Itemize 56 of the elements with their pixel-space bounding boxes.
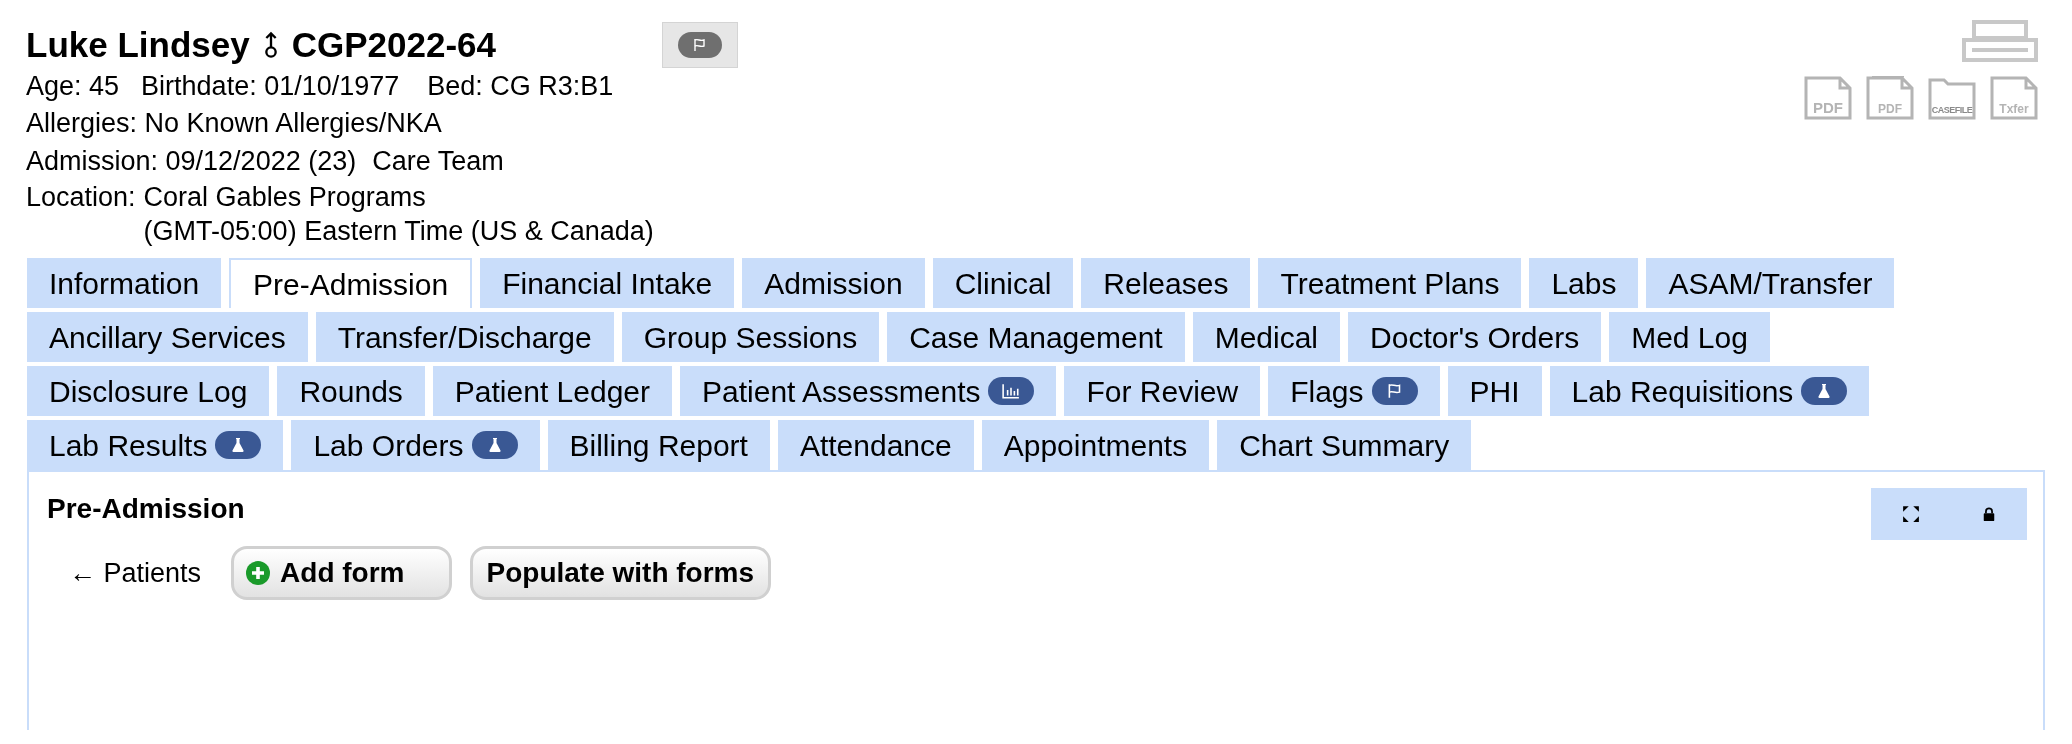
lock-icon[interactable] xyxy=(1982,506,1996,522)
tab[interactable]: For Review xyxy=(1064,366,1261,416)
plus-icon xyxy=(246,561,271,585)
tab[interactable]: Lab Orders xyxy=(291,420,540,470)
flask-icon xyxy=(1801,377,1848,405)
tab[interactable]: Group Sessions xyxy=(621,312,880,362)
flag-icon xyxy=(1371,377,1418,405)
tab[interactable]: ASAM/Transfer xyxy=(1646,258,1895,308)
tab[interactable]: Patient Assessments xyxy=(680,366,1057,416)
location-label: Location: xyxy=(26,181,136,214)
tab[interactable]: Rounds xyxy=(277,366,425,416)
tab[interactable]: Clinical xyxy=(932,258,1074,308)
timezone-text: (GMT-05:00) Eastern Time (US & Canada) xyxy=(143,215,654,248)
tab[interactable]: Transfer/Discharge xyxy=(315,312,614,362)
birthdate-text: Birthdate: 01/10/1977 xyxy=(141,70,400,103)
tab[interactable]: Lab Results xyxy=(27,420,284,470)
bed-text: Bed: CG R3:B1 xyxy=(427,70,614,103)
patient-id: CGP2022-64 xyxy=(291,24,496,66)
expand-icon[interactable] xyxy=(1902,505,1920,523)
tab[interactable]: Medical xyxy=(1192,312,1341,362)
chart-icon xyxy=(988,377,1035,405)
panel-title: Pre-Admission xyxy=(47,492,245,526)
tab[interactable]: Labs xyxy=(1529,258,1639,308)
tab[interactable]: Flags xyxy=(1268,366,1440,416)
tab[interactable]: Treatment Plans xyxy=(1258,258,1522,308)
tab[interactable]: Admission xyxy=(742,258,925,308)
tab[interactable]: Lab Requisitions xyxy=(1549,366,1870,416)
tab[interactable]: Billing Report xyxy=(547,420,770,470)
male-icon xyxy=(263,31,278,59)
flag-icon xyxy=(677,32,722,58)
flask-icon xyxy=(471,431,518,459)
tab[interactable]: Pre-Admission xyxy=(229,258,473,308)
care-team-link[interactable]: Care Team xyxy=(372,142,504,180)
tab[interactable]: PHI xyxy=(1447,366,1542,416)
flag-button[interactable] xyxy=(661,22,738,68)
tab[interactable]: Releases xyxy=(1081,258,1251,308)
tab[interactable]: Med Log xyxy=(1609,312,1770,362)
tab[interactable]: Patient Ledger xyxy=(432,366,672,416)
admission-text: Admission: 09/12/2022 (23) xyxy=(26,145,357,178)
allergies-text: Allergies: No Known Allergies/NKA xyxy=(26,107,442,140)
location-text: Coral Gables Programs xyxy=(143,181,427,214)
age-text: Age: 45 xyxy=(26,70,120,103)
patient-name: Luke Lindsey xyxy=(26,24,250,66)
flask-icon xyxy=(215,431,262,459)
tab[interactable]: Case Management xyxy=(887,312,1185,362)
tab[interactable]: Chart Summary xyxy=(1217,420,1472,470)
back-link[interactable]: ← Patients xyxy=(69,552,202,594)
tab[interactable]: Disclosure Log xyxy=(27,366,270,416)
tab[interactable]: Financial Intake xyxy=(480,258,735,308)
tab[interactable]: Appointments xyxy=(981,420,1210,470)
tab[interactable]: Attendance xyxy=(777,420,974,470)
add-form-button[interactable]: Add form xyxy=(231,546,452,600)
populate-button[interactable]: Populate with forms xyxy=(469,546,772,600)
tab[interactable]: Doctor's Orders xyxy=(1348,312,1602,362)
tab[interactable]: Information xyxy=(27,258,222,308)
tab[interactable]: Ancillary Services xyxy=(27,312,308,362)
